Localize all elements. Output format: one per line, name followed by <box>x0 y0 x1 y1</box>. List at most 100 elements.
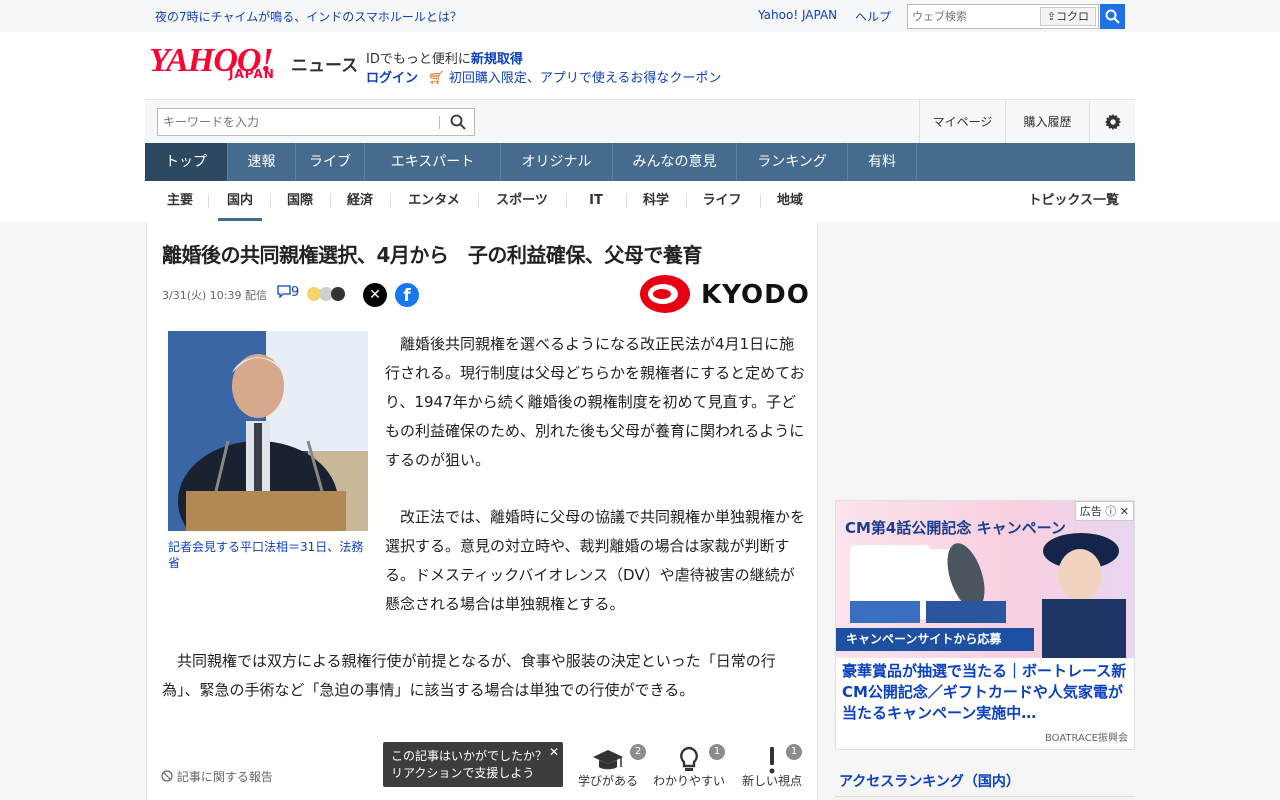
topics-list-link[interactable]: トピックス一覧 <box>1028 181 1119 221</box>
kyodo-logo-icon[interactable] <box>639 274 691 314</box>
signup-link[interactable]: 新規取得 <box>471 52 523 67</box>
article: 離婚後の共同親権選択、4月から 子の利益確保、父母で養育 3/31(火) 10:… <box>146 222 818 800</box>
publish-time: 3/31(火) 10:39 <box>162 289 242 302</box>
cat-entertainment[interactable]: エンタメ <box>400 181 468 221</box>
yahoo-logo[interactable]: YAHOO! JAPAN <box>149 44 289 85</box>
ad-headline[interactable]: 豪華賞品が抽選で当たる｜ボートレース新CM公開記念／ギフトカードや人気家電が当た… <box>842 661 1132 724</box>
divider <box>439 116 440 129</box>
photo-caption: 記者会見する平口法相＝31日、法務省 <box>168 540 364 570</box>
divider <box>566 194 567 208</box>
divider <box>478 194 479 208</box>
nav-opinions[interactable]: みんなの意見 <box>613 143 737 181</box>
web-search-box: ⇪コクロ <box>907 4 1099 29</box>
purchase-history-link[interactable]: 購入履歴 <box>1005 100 1089 144</box>
search-row: マイページ 購入履歴 <box>145 99 1135 144</box>
coupon-link[interactable]: 初回購入限定、アプリで使えるお得なクーポン <box>449 71 722 86</box>
id-promo-text: IDでもっと便利に <box>366 52 471 67</box>
info-icon[interactable]: ⓘ <box>1105 505 1116 518</box>
upload-arrow-icon: ⇪ <box>1046 10 1056 23</box>
reaction-count: 1 <box>786 744 802 760</box>
ad-unit[interactable]: CM第4話公開記念 キャンペーン キャンペーンサイトから応募 広告 ⓘ ✕ 豪華… <box>835 500 1135 750</box>
ad-label-text: 広告 <box>1079 505 1102 518</box>
cat-main[interactable]: 主要 <box>158 181 202 221</box>
cat-international[interactable]: 国際 <box>278 181 322 221</box>
nav-breaking[interactable]: 速報 <box>228 143 296 181</box>
web-search-button[interactable] <box>1100 4 1125 29</box>
divider <box>208 194 209 208</box>
login-row: ログイン 🛒︎ 初回購入限定、アプリで使えるお得なクーポン <box>366 67 721 86</box>
logo-sub: JAPAN <box>229 67 275 81</box>
divider <box>390 194 391 208</box>
cat-economy[interactable]: 経済 <box>338 181 382 221</box>
cart-icon: 🛒︎ <box>428 71 445 86</box>
comment-count-link[interactable]: 9 <box>277 285 299 300</box>
tooltip-line-1: この記事はいかがでしたか？ <box>391 749 548 763</box>
cat-sports[interactable]: スポーツ <box>488 181 556 221</box>
publish-date: 3/31(火) 10:39 配信 <box>162 287 267 303</box>
lightbulb-icon <box>680 746 698 771</box>
x-logo-icon: ✕ <box>369 287 381 303</box>
gear-icon <box>1104 113 1121 131</box>
article-title: 離婚後の共同親権選択、4月から 子の利益確保、父母で養育 <box>162 243 702 267</box>
help-link[interactable]: ヘルプ <box>855 8 891 25</box>
article-paragraph-3: 共同親権では双方による親権行使が前提となるが、食事や服装の決定といった「日常の行… <box>162 652 776 699</box>
main-nav: トップ 速報 ライブ エキスパート オリジナル みんなの意見 ランキング 有料 <box>145 143 1135 181</box>
cat-domestic[interactable]: 国内 <box>218 181 262 221</box>
ad-banner[interactable]: CM第4話公開記念 キャンペーン キャンペーンサイトから応募 <box>836 501 1134 658</box>
nav-original[interactable]: オリジナル <box>501 143 613 181</box>
source-logo[interactable]: KYODO <box>701 280 810 310</box>
kokuro-button[interactable]: ⇪コクロ <box>1039 7 1096 26</box>
reaction-count: 1 <box>709 744 725 760</box>
reaction-tooltip: この記事はいかがでしたか？ リアクションで支援しよう ✕ <box>383 742 563 787</box>
id-promo: IDでもっと便利に新規取得 <box>366 48 523 67</box>
avatar <box>331 287 345 301</box>
facebook-logo-icon: f <box>403 286 411 306</box>
reaction-new-view-button[interactable]: 1 新しい視点 <box>732 742 812 800</box>
access-ranking-title: アクセスランキング（国内） <box>839 774 1020 790</box>
comment-count: 9 <box>291 285 300 300</box>
nav-paid[interactable]: 有料 <box>848 143 917 181</box>
nav-live[interactable]: ライブ <box>296 143 365 181</box>
distribution-label: 配信 <box>244 289 267 302</box>
divider <box>270 194 271 208</box>
divider <box>330 194 331 208</box>
tooltip-line-2: リアクションで支援しよう <box>391 766 535 780</box>
cat-region[interactable]: 地域 <box>770 181 810 221</box>
reaction-label: わかりやすい <box>652 774 725 788</box>
reaction-learn-button[interactable]: 2 学びがある <box>568 742 648 800</box>
login-link[interactable]: ログイン <box>366 71 418 86</box>
settings-button[interactable] <box>1089 100 1135 144</box>
nav-expert[interactable]: エキスパート <box>365 143 501 181</box>
yahoo-japan-link[interactable]: Yahoo! JAPAN <box>758 8 837 22</box>
nav-ranking[interactable]: ランキング <box>737 143 848 181</box>
promo-link[interactable]: 夜の7時にチャイムが鳴る、インドのスマホルールとは？ <box>155 8 462 25</box>
mypage-link[interactable]: マイページ <box>919 100 1005 144</box>
cat-it[interactable]: IT <box>576 181 616 221</box>
reaction-faces <box>307 286 353 302</box>
article-photo[interactable] <box>168 331 368 531</box>
nav-top[interactable]: トップ <box>145 143 228 181</box>
cat-science[interactable]: 科学 <box>636 181 676 221</box>
ad-label[interactable]: 広告 ⓘ ✕ <box>1074 501 1134 521</box>
keyword-search-box <box>157 108 475 136</box>
share-x-button[interactable]: ✕ <box>363 283 387 307</box>
close-icon[interactable]: ✕ <box>549 744 559 761</box>
search-icon[interactable] <box>450 114 466 130</box>
reaction-clear-button[interactable]: 1 わかりやすい <box>649 742 729 800</box>
cat-life[interactable]: ライフ <box>696 181 748 221</box>
divider <box>686 194 687 208</box>
graduation-cap-icon <box>593 750 623 770</box>
web-search-input[interactable] <box>908 5 1026 28</box>
report-link[interactable]: 記事に関する報告 <box>161 768 273 785</box>
reaction-label: 学びがある <box>577 774 638 788</box>
service-name[interactable]: ニュース <box>291 51 358 76</box>
report-label: 記事に関する報告 <box>176 770 273 784</box>
ad-cta[interactable]: キャンペーンサイトから応募 <box>836 628 1034 651</box>
divider <box>835 796 1135 797</box>
close-icon[interactable]: ✕ <box>1120 505 1129 518</box>
divider <box>760 194 761 208</box>
exclamation-icon <box>769 747 775 774</box>
reaction-count: 2 <box>630 744 646 760</box>
share-facebook-button[interactable]: f <box>395 283 419 307</box>
keyword-input[interactable] <box>158 109 438 135</box>
